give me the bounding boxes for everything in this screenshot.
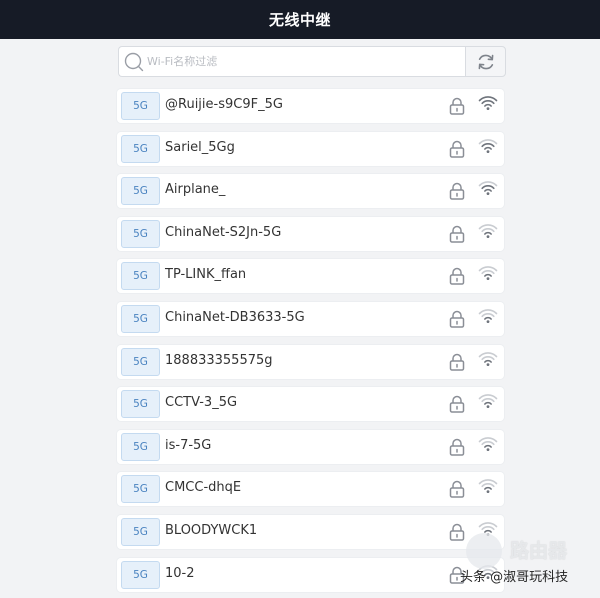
band-badge: 5G bbox=[121, 134, 160, 163]
lock-icon bbox=[449, 225, 465, 247]
network-row[interactable]: 5G Airplane_ bbox=[117, 174, 504, 209]
network-ssid: is-7-5G bbox=[165, 437, 212, 453]
band-badge: 5G bbox=[121, 92, 160, 120]
network-row[interactable]: 5G TP-LINK_ffan bbox=[117, 259, 504, 294]
network-row[interactable]: 5G BLOODYWCK1 bbox=[117, 514, 504, 549]
lock-icon bbox=[449, 267, 465, 289]
band-badge: 5G bbox=[121, 304, 160, 333]
wifi-signal-icon bbox=[478, 95, 498, 115]
wifi-signal-icon bbox=[478, 308, 498, 328]
lock-icon bbox=[449, 97, 465, 119]
band-badge: 5G bbox=[121, 390, 160, 419]
band-badge: 5G bbox=[121, 432, 160, 461]
watermark-brand: 路由器 bbox=[510, 540, 568, 562]
network-row[interactable]: 5G CCTV-3_5G bbox=[117, 387, 504, 422]
network-row[interactable]: 5G ChinaNet-DB3633-5G bbox=[117, 301, 504, 336]
search-input[interactable] bbox=[147, 55, 447, 68]
band-badge: 5G bbox=[121, 177, 160, 206]
network-row[interactable]: 5G ChinaNet-S2Jn-5G bbox=[117, 216, 504, 251]
band-badge: 5G bbox=[121, 219, 160, 248]
network-ssid: ChinaNet-DB3633-5G bbox=[165, 309, 305, 325]
network-row[interactable]: 5G 10-2 bbox=[117, 557, 504, 592]
network-row[interactable]: 5G is-7-5G bbox=[117, 429, 504, 464]
watermark-circle bbox=[466, 533, 502, 569]
band-badge: 5G bbox=[121, 262, 160, 291]
network-ssid: ChinaNet-S2Jn-5G bbox=[165, 224, 282, 240]
search-field[interactable] bbox=[118, 46, 465, 77]
lock-icon bbox=[449, 523, 465, 545]
refresh-button[interactable] bbox=[465, 46, 506, 77]
network-list: 5G @Ruijie-s9C9F_5G 5G Sariel_5Gg 5G Airplane… bbox=[117, 89, 504, 598]
lock-icon bbox=[449, 395, 465, 417]
wifi-signal-icon bbox=[478, 478, 498, 498]
wifi-signal-icon bbox=[478, 265, 498, 285]
lock-icon bbox=[449, 182, 465, 204]
network-row[interactable]: 5G CMCC-dhqE bbox=[117, 472, 504, 507]
band-badge: 5G bbox=[121, 475, 160, 504]
network-ssid: 188833355575g bbox=[165, 352, 273, 368]
lock-icon bbox=[449, 480, 465, 502]
network-ssid: Sariel_5Gg bbox=[165, 139, 235, 155]
band-badge: 5G bbox=[121, 347, 160, 376]
band-badge: 5G bbox=[121, 560, 160, 589]
network-row[interactable]: 5G @Ruijie-s9C9F_5G bbox=[117, 89, 504, 123]
lock-icon bbox=[449, 140, 465, 162]
network-ssid: BLOODYWCK1 bbox=[165, 522, 258, 538]
lock-icon bbox=[449, 353, 465, 375]
wifi-signal-icon bbox=[478, 393, 498, 413]
network-ssid: TP-LINK_ffan bbox=[165, 267, 247, 283]
network-ssid: Airplane_ bbox=[165, 182, 226, 198]
watermark-credit: 头条 @淑哥玩科技 bbox=[460, 570, 569, 585]
network-ssid: @Ruijie-s9C9F_5G bbox=[165, 97, 283, 112]
lock-icon bbox=[449, 310, 465, 332]
search-icon bbox=[124, 52, 144, 71]
search-bar bbox=[118, 46, 506, 77]
band-badge: 5G bbox=[121, 517, 160, 546]
page-title: 无线中继 bbox=[268, 11, 331, 29]
network-ssid: CMCC-dhqE bbox=[165, 480, 242, 496]
watermark-logo: 路由器 bbox=[466, 533, 596, 569]
wifi-signal-icon bbox=[478, 138, 498, 158]
network-ssid: 10-2 bbox=[165, 565, 195, 581]
wifi-signal-icon bbox=[478, 351, 498, 371]
wifi-signal-icon bbox=[478, 436, 498, 456]
wifi-signal-icon bbox=[478, 223, 498, 243]
network-ssid: CCTV-3_5G bbox=[165, 395, 238, 411]
refresh-icon bbox=[478, 54, 493, 69]
network-row[interactable]: 5G Sariel_5Gg bbox=[117, 131, 504, 166]
wifi-signal-icon bbox=[478, 180, 498, 200]
app-header: 无线中继 bbox=[0, 0, 600, 39]
lock-icon bbox=[449, 438, 465, 460]
network-row[interactable]: 5G 188833355575g bbox=[117, 344, 504, 379]
